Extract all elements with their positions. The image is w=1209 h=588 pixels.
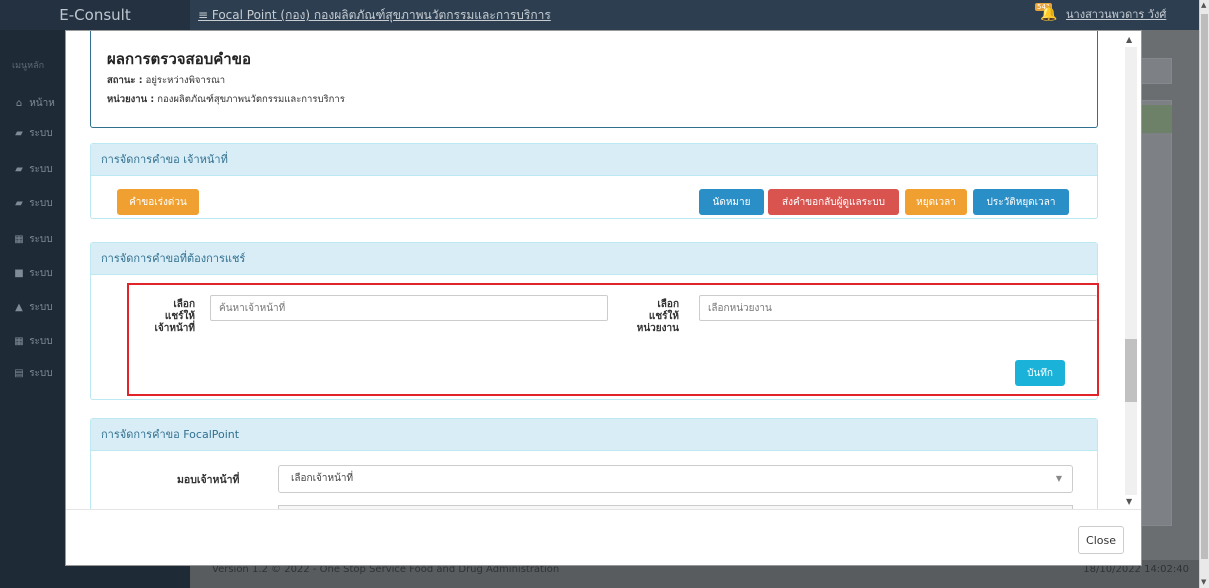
sidebar-item[interactable]: ▤ ระบบ — [12, 366, 52, 386]
focalpoint-panel: การจัดการคำขอ FocalPoint มอบเจ้าหน้าที่ … — [90, 418, 1098, 509]
modal-footer: Close — [66, 509, 1141, 566]
sidebar-item[interactable]: ■ ระบบ — [12, 266, 52, 286]
calendar-icon: ▦ — [14, 336, 24, 347]
sidebar-item[interactable]: ▦ ระบบ — [12, 334, 52, 354]
modal-scrollbar[interactable]: ▲ ▼ — [1121, 31, 1141, 509]
sidebar-caption: เมนูหลัก — [12, 61, 45, 71]
top-navbar: E-Consult ≡ Focal Point (กอง) กองผลิตภัณ… — [0, 0, 1209, 30]
send-back-to-admin-button[interactable]: ส่งคำขอกลับผู้ดูแลระบบ — [768, 189, 899, 215]
share-officer-search-input[interactable] — [210, 295, 608, 321]
home-icon: ⌂ — [15, 98, 23, 109]
file-icon: ▤ — [14, 368, 24, 379]
unit-line: หน่วยงาน : กองผลิตภัณฑ์สุขภาพนวัตกรรมและ… — [107, 92, 345, 107]
sidebar-item[interactable]: ▰ ระบบ — [12, 196, 52, 216]
urgent-request-button[interactable]: คำขอเร่งด่วน — [117, 189, 199, 215]
book-icon: ▰ — [15, 164, 23, 175]
book-icon: ▰ — [15, 128, 23, 139]
sidebar-item[interactable]: ▰ ระบบ — [12, 162, 52, 182]
officer-panel: การจัดการคำขอ เจ้าหน้าที่ คำขอเร่งด่วน น… — [90, 143, 1098, 219]
video-icon: ■ — [14, 268, 24, 279]
unit-value: กองผลิตภัณฑ์สุขภาพนวัตกรรมและการบริการ — [157, 94, 345, 105]
modal-scrollbar-thumb[interactable] — [1125, 339, 1137, 402]
graduation-icon: ▲ — [15, 302, 23, 313]
share-panel-heading: การจัดการคำขอที่ต้องการแชร์ — [91, 243, 1097, 275]
sidebar-item-home[interactable]: ⌂ หน้าห — [12, 96, 55, 116]
share-unit-select[interactable] — [699, 295, 1097, 321]
status-label: สถานะ : — [107, 75, 143, 86]
status-line: สถานะ : อยู่ระหว่างพิจารณา — [107, 73, 225, 88]
bell-icon[interactable]: 🔔 — [1040, 6, 1057, 22]
page-scrollbar[interactable]: ▲ ▼ — [1199, 0, 1209, 588]
page-scrollbar-thumb[interactable] — [1201, 14, 1208, 559]
assign-officer-select[interactable]: เลือกเจ้าหน้าที่ ▼ — [278, 465, 1073, 493]
user-menu[interactable]: นางสาวนพวดาร วังศ์ — [1066, 0, 1166, 30]
modal-body: ผลการตรวจสอบคำขอ สถานะ : อยู่ระหว่างพิจา… — [66, 31, 1126, 509]
share-officer-label: เลือก แชร์ให้ เจ้าหน้าที่ — [154, 299, 195, 334]
book-icon: ▰ — [15, 198, 23, 209]
summary-title: ผลการตรวจสอบคำขอ — [107, 50, 251, 68]
sidebar-item[interactable]: ▦ ระบบ — [12, 232, 52, 252]
scroll-down-icon[interactable]: ▼ — [1126, 497, 1132, 506]
scroll-down-icon[interactable]: ▼ — [1201, 578, 1206, 586]
officer-panel-heading: การจัดการคำขอ เจ้าหน้าที่ — [91, 144, 1097, 176]
appointment-button[interactable]: นัดหมาย — [699, 189, 764, 215]
pause-history-button[interactable]: ประวัติหยุดเวลา — [973, 189, 1069, 215]
focalpoint-panel-heading: การจัดการคำขอ FocalPoint — [91, 419, 1097, 451]
calendar-icon: ▦ — [14, 234, 24, 245]
page-header-title[interactable]: ≡ Focal Point (กอง) กองผลิตภัณฑ์สุขภาพนว… — [198, 0, 551, 30]
close-button[interactable]: Close — [1078, 526, 1124, 554]
share-unit-label: เลือก แชร์ให้ หน่วยงาน — [636, 299, 679, 334]
app-brand[interactable]: E-Consult — [0, 0, 190, 30]
share-panel: การจัดการคำขอที่ต้องการแชร์ เลือก แชร์ให… — [90, 242, 1099, 400]
status-value: อยู่ระหว่างพิจารณา — [145, 75, 226, 86]
save-share-button[interactable]: บันทึก — [1015, 360, 1065, 386]
sidebar-item[interactable]: ▲ ระบบ — [12, 300, 52, 320]
unit-label: หน่วยงาน : — [107, 94, 155, 105]
scroll-up-icon[interactable]: ▲ — [1201, 1, 1206, 9]
share-form-highlight: เลือก แชร์ให้ เจ้าหน้าที่ เลือก แชร์ให้ … — [127, 283, 1099, 396]
scroll-up-icon[interactable]: ▲ — [1126, 35, 1132, 44]
summary-panel: ผลการตรวจสอบคำขอ สถานะ : อยู่ระหว่างพิจา… — [90, 31, 1098, 128]
chevron-down-icon: ▼ — [1055, 474, 1062, 483]
request-modal: ผลการตรวจสอบคำขอ สถานะ : อยู่ระหว่างพิจา… — [65, 30, 1142, 566]
sidebar-item[interactable]: ▰ ระบบ — [12, 126, 52, 146]
pause-time-button[interactable]: หยุดเวลา — [905, 189, 967, 215]
assign-officer-label: มอบเจ้าหน้าที่ — [177, 474, 240, 486]
